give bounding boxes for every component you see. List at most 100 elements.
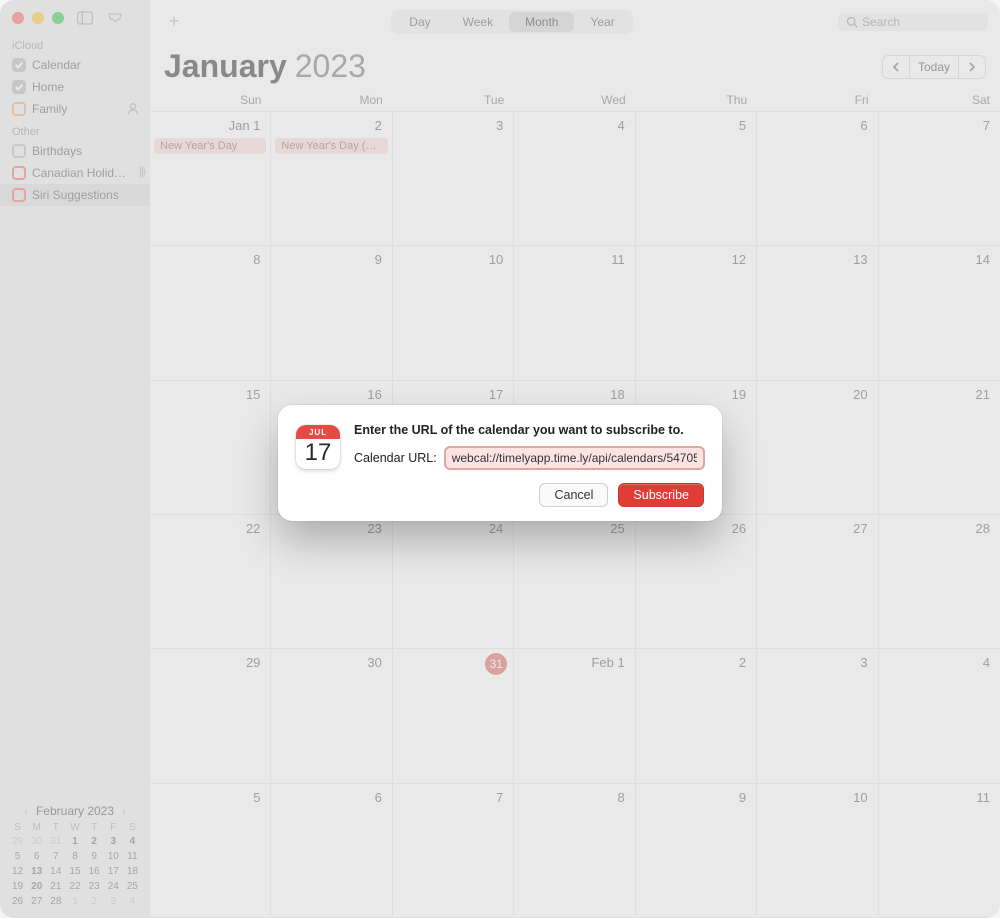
- day-cell[interactable]: 21: [879, 381, 1000, 515]
- mini-day[interactable]: 14: [46, 865, 65, 878]
- mini-day[interactable]: 24: [104, 880, 123, 893]
- day-cell[interactable]: 2New Year's Day (ob…: [271, 112, 392, 246]
- color-swatch-icon[interactable]: [12, 144, 26, 158]
- day-cell[interactable]: 24: [393, 515, 514, 649]
- mini-day[interactable]: 1: [65, 835, 84, 848]
- day-cell[interactable]: Jan 1New Year's Day: [150, 112, 271, 246]
- day-cell[interactable]: 8: [514, 784, 635, 918]
- day-cell[interactable]: 5: [636, 112, 757, 246]
- mini-day[interactable]: 12: [8, 865, 27, 878]
- close-icon[interactable]: [12, 12, 24, 24]
- subscribe-button[interactable]: Subscribe: [618, 483, 704, 507]
- view-day[interactable]: Day: [393, 12, 446, 32]
- chevron-right-icon[interactable]: ›: [122, 804, 126, 818]
- day-cell[interactable]: 2: [636, 649, 757, 783]
- day-cell[interactable]: 9: [636, 784, 757, 918]
- color-swatch-icon[interactable]: [12, 102, 26, 116]
- day-cell[interactable]: 5: [150, 784, 271, 918]
- calendar-url-input[interactable]: [445, 447, 704, 469]
- mini-day[interactable]: 18: [123, 865, 142, 878]
- day-cell[interactable]: 9: [271, 246, 392, 380]
- mini-day[interactable]: 6: [27, 850, 46, 863]
- mini-day[interactable]: 4: [123, 835, 142, 848]
- day-cell[interactable]: 20: [757, 381, 878, 515]
- day-cell[interactable]: 22: [150, 515, 271, 649]
- mini-day[interactable]: 26: [8, 895, 27, 908]
- sidebar-item-siri-suggestions[interactable]: Siri Suggestions: [0, 184, 150, 206]
- mini-day[interactable]: 4: [123, 895, 142, 908]
- mini-day[interactable]: 22: [65, 880, 84, 893]
- next-month-button[interactable]: [959, 55, 986, 79]
- view-month[interactable]: Month: [509, 12, 574, 32]
- mini-day[interactable]: 8: [65, 850, 84, 863]
- mini-day[interactable]: 17: [104, 865, 123, 878]
- mini-day[interactable]: 2: [85, 835, 104, 848]
- day-cell[interactable]: 29: [150, 649, 271, 783]
- mini-day[interactable]: 3: [104, 835, 123, 848]
- view-week[interactable]: Week: [447, 12, 509, 32]
- mini-day[interactable]: 2: [85, 895, 104, 908]
- event-pill[interactable]: New Year's Day (ob…: [275, 138, 387, 154]
- search-input[interactable]: Search: [838, 13, 988, 31]
- day-cell[interactable]: 14: [879, 246, 1000, 380]
- mini-day[interactable]: 9: [85, 850, 104, 863]
- day-cell[interactable]: Feb 1: [514, 649, 635, 783]
- mini-day[interactable]: 11: [123, 850, 142, 863]
- mini-day[interactable]: 1: [65, 895, 84, 908]
- prev-month-button[interactable]: [882, 55, 909, 79]
- mini-day[interactable]: 15: [65, 865, 84, 878]
- mini-calendar-grid[interactable]: SMTWTFS293031123456789101112131415161718…: [8, 822, 142, 908]
- day-cell[interactable]: 15: [150, 381, 271, 515]
- day-cell[interactable]: 25: [514, 515, 635, 649]
- day-cell[interactable]: 6: [271, 784, 392, 918]
- day-cell[interactable]: 28: [879, 515, 1000, 649]
- mini-day[interactable]: 21: [46, 880, 65, 893]
- mini-day[interactable]: 16: [85, 865, 104, 878]
- day-cell[interactable]: 26: [636, 515, 757, 649]
- day-cell[interactable]: 27: [757, 515, 878, 649]
- mini-day[interactable]: 27: [27, 895, 46, 908]
- day-cell[interactable]: 4: [514, 112, 635, 246]
- sidebar-item-family[interactable]: Family: [0, 98, 150, 120]
- mini-day[interactable]: 29: [8, 835, 27, 848]
- mini-day[interactable]: 20: [27, 880, 46, 893]
- day-cell[interactable]: 3: [393, 112, 514, 246]
- day-cell[interactable]: 6: [757, 112, 878, 246]
- mini-day[interactable]: 5: [8, 850, 27, 863]
- day-cell[interactable]: 8: [150, 246, 271, 380]
- mini-day[interactable]: 13: [27, 865, 46, 878]
- sidebar-item-home[interactable]: Home: [0, 76, 150, 98]
- day-cell[interactable]: 11: [879, 784, 1000, 918]
- add-event-button[interactable]: +: [162, 11, 186, 32]
- color-swatch-icon[interactable]: [12, 166, 26, 180]
- color-swatch-icon[interactable]: [12, 188, 26, 202]
- event-pill[interactable]: New Year's Day: [154, 138, 266, 154]
- sidebar-item-canadian-holidays[interactable]: Canadian Holid… ))): [0, 162, 150, 184]
- mini-day[interactable]: 7: [46, 850, 65, 863]
- day-cell[interactable]: 31: [393, 649, 514, 783]
- view-year[interactable]: Year: [574, 12, 630, 32]
- fullscreen-icon[interactable]: [52, 12, 64, 24]
- mini-day[interactable]: 31: [46, 835, 65, 848]
- checkbox-icon[interactable]: [12, 58, 26, 72]
- mini-day[interactable]: 25: [123, 880, 142, 893]
- chevron-left-icon[interactable]: ‹: [24, 804, 28, 818]
- today-button[interactable]: Today: [909, 55, 959, 79]
- calendars-toggle-icon[interactable]: [76, 10, 94, 26]
- mini-day[interactable]: 10: [104, 850, 123, 863]
- minimize-icon[interactable]: [32, 12, 44, 24]
- inbox-icon[interactable]: [106, 10, 124, 26]
- day-cell[interactable]: 13: [757, 246, 878, 380]
- sidebar-item-calendar[interactable]: Calendar: [0, 54, 150, 76]
- day-cell[interactable]: 11: [514, 246, 635, 380]
- day-cell[interactable]: 12: [636, 246, 757, 380]
- mini-day[interactable]: 19: [8, 880, 27, 893]
- day-cell[interactable]: 7: [393, 784, 514, 918]
- day-cell[interactable]: 10: [757, 784, 878, 918]
- mini-day[interactable]: 3: [104, 895, 123, 908]
- cancel-button[interactable]: Cancel: [539, 483, 608, 507]
- sidebar-item-birthdays[interactable]: Birthdays: [0, 140, 150, 162]
- day-cell[interactable]: 7: [879, 112, 1000, 246]
- day-cell[interactable]: 4: [879, 649, 1000, 783]
- mini-day[interactable]: 28: [46, 895, 65, 908]
